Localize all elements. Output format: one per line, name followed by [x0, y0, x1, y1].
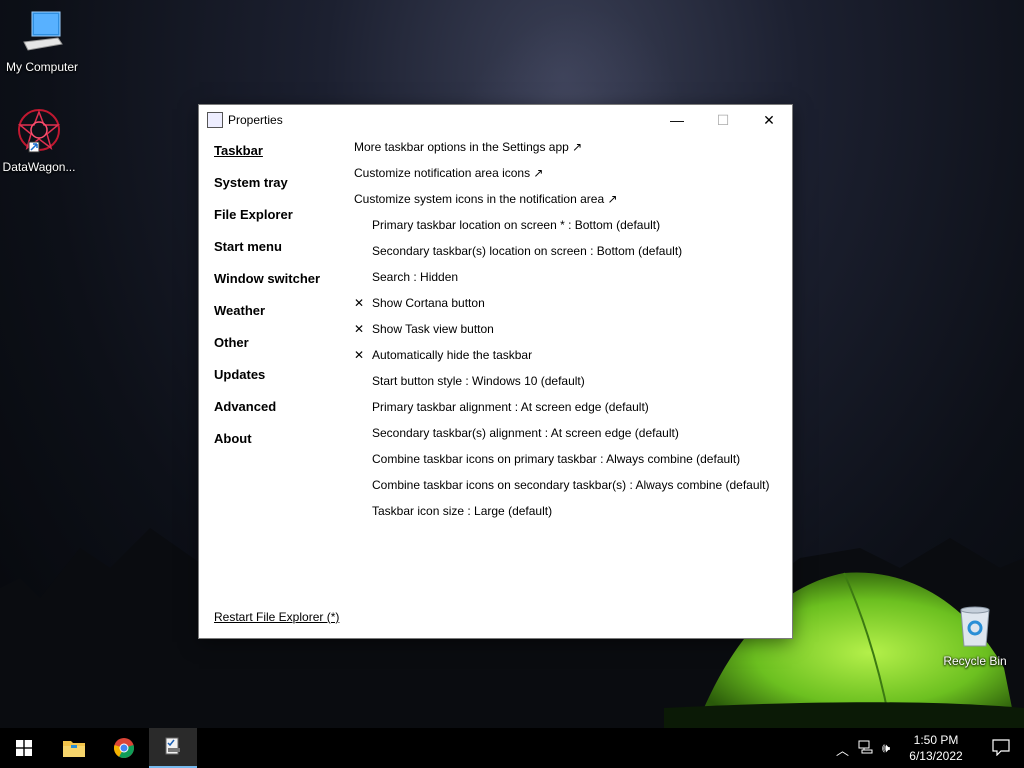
desktop-icon-label: Recycle Bin — [943, 654, 1007, 668]
datawagon-icon — [15, 108, 63, 156]
system-tray: ︿ 🕪 1:50 PM 6/13/2022 — [824, 728, 1024, 768]
taskbar-file-explorer[interactable] — [50, 728, 98, 768]
setting-combine-primary[interactable]: Combine taskbar icons on primary taskbar… — [354, 451, 770, 477]
checkmark-icon: ✕ — [354, 322, 365, 336]
notifications-icon[interactable] — [992, 738, 1010, 759]
chrome-icon — [114, 738, 134, 759]
sidebar-item-taskbar[interactable]: Taskbar — [214, 143, 320, 175]
file-explorer-icon — [63, 741, 85, 757]
settings-list: More taskbar options in the Settings app… — [354, 139, 770, 529]
checkmark-icon: ✕ — [354, 348, 365, 362]
checkmark-icon: ✕ — [354, 296, 365, 310]
sidebar-item-weather[interactable]: Weather — [214, 303, 320, 335]
window-title: Properties — [228, 113, 283, 127]
taskbar-chrome[interactable] — [100, 728, 148, 768]
clock-date: 6/13/2022 — [909, 749, 963, 763]
desktop-icon-my-computer[interactable]: My Computer — [0, 8, 84, 74]
app-icon — [207, 112, 223, 128]
clock[interactable]: 1:50 PM 6/13/2022 — [900, 732, 972, 764]
clock-time: 1:50 PM — [913, 733, 959, 747]
setting-search[interactable]: Search : Hidden — [354, 269, 770, 295]
properties-window: Properties — ☐ ✕ Taskbar System tray Fil… — [199, 105, 792, 638]
setting-secondary-alignment[interactable]: Secondary taskbar(s) alignment : At scre… — [354, 425, 770, 451]
desktop-icon-label: My Computer — [5, 60, 79, 74]
setting-autohide-taskbar[interactable]: ✕ Automatically hide the taskbar — [354, 347, 770, 373]
setting-combine-secondary[interactable]: Combine taskbar icons on secondary taskb… — [354, 477, 770, 503]
setting-icon-size[interactable]: Taskbar icon size : Large (default) — [354, 503, 770, 529]
restart-file-explorer-link[interactable]: Restart File Explorer (*) — [214, 610, 339, 624]
setting-label: Automatically hide the taskbar — [372, 348, 533, 362]
sidebar-item-start-menu[interactable]: Start menu — [214, 239, 320, 271]
notification-icons-link[interactable]: Customize notification area icons ↗ — [354, 165, 770, 191]
settings-app-link[interactable]: More taskbar options in the Settings app… — [354, 139, 770, 165]
sidebar-item-system-tray[interactable]: System tray — [214, 175, 320, 207]
setting-primary-alignment[interactable]: Primary taskbar alignment : At screen ed… — [354, 399, 770, 425]
sidebar-item-file-explorer[interactable]: File Explorer — [214, 207, 320, 239]
taskbar-properties-app[interactable] — [149, 728, 197, 768]
minimize-button[interactable]: — — [654, 105, 700, 135]
start-button[interactable] — [0, 728, 48, 768]
desktop-icon-recycle-bin[interactable]: Recycle Bin — [933, 602, 1017, 668]
setting-label: Show Cortana button — [372, 296, 485, 310]
close-button[interactable]: ✕ — [746, 105, 792, 135]
network-icon[interactable] — [858, 740, 874, 757]
setting-label: Show Task view button — [372, 322, 494, 336]
computer-icon — [18, 8, 66, 56]
maximize-button[interactable]: ☐ — [700, 105, 746, 135]
desktop-icon-datawagon[interactable]: DataWagon... — [0, 108, 81, 174]
setting-primary-location[interactable]: Primary taskbar location on screen * : B… — [354, 217, 770, 243]
taskbar: ︿ 🕪 1:50 PM 6/13/2022 — [0, 728, 1024, 768]
setting-secondary-location[interactable]: Secondary taskbar(s) location on screen … — [354, 243, 770, 269]
setting-cortana-button[interactable]: ✕ Show Cortana button — [354, 295, 770, 321]
sidebar-item-advanced[interactable]: Advanced — [214, 399, 320, 431]
sidebar-item-about[interactable]: About — [214, 431, 320, 463]
setting-start-button-style[interactable]: Start button style : Windows 10 (default… — [354, 373, 770, 399]
title-bar[interactable]: Properties — ☐ ✕ — [199, 105, 792, 135]
windows-start-icon — [16, 740, 32, 756]
setting-task-view-button[interactable]: ✕ Show Task view button — [354, 321, 770, 347]
recycle-bin-icon — [951, 602, 999, 650]
system-icons-link[interactable]: Customize system icons in the notificati… — [354, 191, 770, 217]
volume-icon[interactable]: 🕪 — [882, 740, 890, 756]
sidebar: Taskbar System tray File Explorer Start … — [214, 143, 320, 463]
sidebar-item-other[interactable]: Other — [214, 335, 320, 367]
chevron-up-icon[interactable]: ︿ — [836, 740, 849, 759]
desktop-icon-label: DataWagon... — [2, 160, 76, 174]
sidebar-item-window-switcher[interactable]: Window switcher — [214, 271, 320, 303]
sidebar-item-updates[interactable]: Updates — [214, 367, 320, 399]
properties-app-icon — [165, 737, 180, 755]
